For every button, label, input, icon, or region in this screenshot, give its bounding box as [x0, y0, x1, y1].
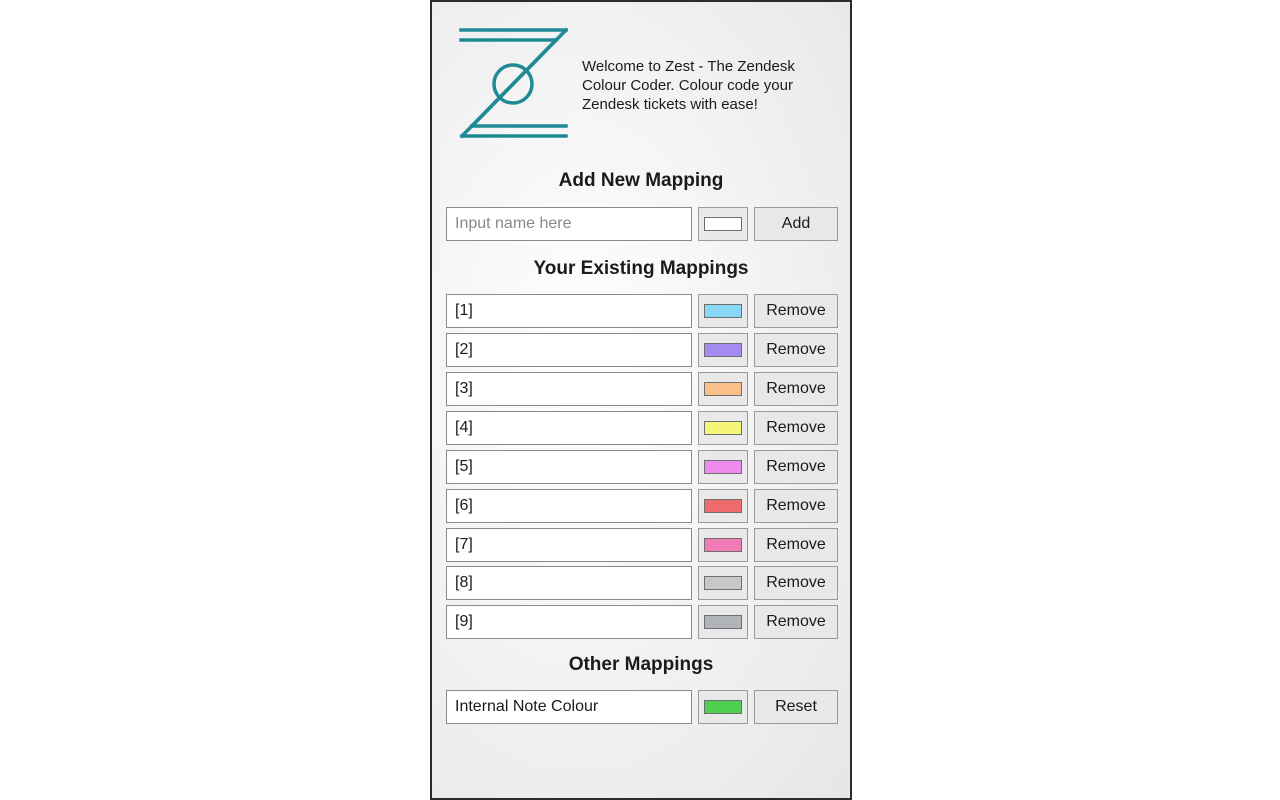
color-swatch: [704, 460, 742, 474]
mapping-name-field[interactable]: [446, 333, 692, 367]
color-swatch: [704, 382, 742, 396]
color-swatch: [704, 538, 742, 552]
mapping-row: Remove: [446, 294, 838, 328]
remove-button[interactable]: Remove: [754, 372, 838, 406]
mapping-name-field[interactable]: [446, 605, 692, 639]
mapping-row: Remove: [446, 489, 838, 523]
mapping-name-field[interactable]: [446, 372, 692, 406]
add-mapping-title: Add New Mapping: [558, 170, 724, 191]
mapping-color-picker[interactable]: [698, 605, 748, 639]
mapping-row: Remove: [446, 450, 838, 484]
color-swatch: [704, 343, 742, 357]
color-swatch: [704, 217, 742, 231]
mapping-color-picker[interactable]: [698, 566, 748, 600]
mapping-name-field[interactable]: [446, 489, 692, 523]
mapping-color-picker[interactable]: [698, 333, 748, 367]
remove-button[interactable]: Remove: [754, 450, 838, 484]
remove-button[interactable]: Remove: [754, 605, 838, 639]
color-swatch: [704, 421, 742, 435]
mapping-color-picker[interactable]: [698, 489, 748, 523]
mapping-color-picker[interactable]: [698, 372, 748, 406]
mapping-name-field[interactable]: [446, 528, 692, 562]
other-mappings-title: Other Mappings: [568, 654, 714, 675]
mapping-row: Remove: [446, 566, 838, 600]
zest-popup-panel: Welcome to Zest - The Zendesk Colour Cod…: [430, 0, 852, 800]
header: Welcome to Zest - The Zendesk Colour Cod…: [432, 2, 850, 152]
welcome-text: Welcome to Zest - The Zendesk Colour Cod…: [582, 58, 795, 113]
mapping-row: Remove: [446, 528, 838, 562]
remove-button[interactable]: Remove: [754, 411, 838, 445]
internal-note-color-picker[interactable]: [698, 690, 748, 724]
add-mapping-row: Add: [446, 207, 838, 241]
mapping-name-field[interactable]: [446, 566, 692, 600]
remove-button[interactable]: Remove: [754, 489, 838, 523]
reset-button[interactable]: Reset: [754, 690, 838, 724]
color-swatch: [704, 499, 742, 513]
internal-note-name-field: [446, 690, 692, 724]
mapping-name-field[interactable]: [446, 294, 692, 328]
remove-button[interactable]: Remove: [754, 566, 838, 600]
mapping-color-picker[interactable]: [698, 450, 748, 484]
mapping-row: Remove: [446, 605, 838, 639]
remove-button[interactable]: Remove: [754, 333, 838, 367]
existing-mappings-title: Your Existing Mappings: [533, 258, 749, 279]
remove-button[interactable]: Remove: [754, 294, 838, 328]
mapping-color-picker[interactable]: [698, 294, 748, 328]
mapping-row: Remove: [446, 333, 838, 367]
color-swatch: [704, 576, 742, 590]
zest-logo-icon: [459, 27, 569, 139]
color-swatch: [704, 700, 742, 714]
new-mapping-color-picker[interactable]: [698, 207, 748, 241]
remove-button[interactable]: Remove: [754, 528, 838, 562]
internal-note-row: Reset: [446, 690, 838, 724]
add-button[interactable]: Add: [754, 207, 838, 241]
mapping-row: Remove: [446, 411, 838, 445]
mapping-name-field[interactable]: [446, 450, 692, 484]
mapping-color-picker[interactable]: [698, 528, 748, 562]
new-mapping-name-input[interactable]: [446, 207, 692, 241]
mapping-name-field[interactable]: [446, 411, 692, 445]
color-swatch: [704, 304, 742, 318]
color-swatch: [704, 615, 742, 629]
mapping-color-picker[interactable]: [698, 411, 748, 445]
mapping-row: Remove: [446, 372, 838, 406]
